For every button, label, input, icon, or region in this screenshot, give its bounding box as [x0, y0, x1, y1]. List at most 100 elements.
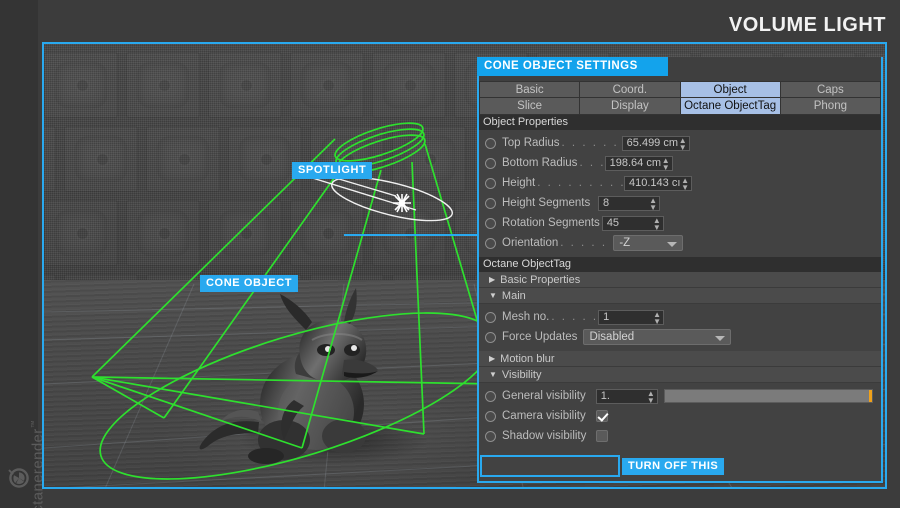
- chevron-down-icon-force-updates: [715, 336, 725, 341]
- input-bottom-radius[interactable]: 198.64 cm ▲▼: [605, 156, 673, 171]
- select-force-updates[interactable]: Disabled: [583, 329, 731, 345]
- label-top-radius: Top Radius: [502, 137, 560, 149]
- slider-knob-general-visibility[interactable]: [869, 390, 872, 402]
- select-orientation[interactable]: -Z: [613, 235, 683, 251]
- row-general-visibility: General visibility 1. ▲▼: [479, 386, 881, 406]
- section-object-properties: Object Properties: [479, 115, 881, 130]
- radio-bottom-radius[interactable]: [485, 158, 496, 169]
- group-label-basic-properties: Basic Properties: [500, 272, 580, 288]
- group-visibility[interactable]: ▼ Visibility: [479, 367, 881, 383]
- value-bottom-radius: 198.64 cm: [610, 157, 661, 169]
- annotation-spotlight: SPOTLIGHT: [292, 162, 372, 179]
- radio-rotation-segments[interactable]: [485, 218, 496, 229]
- tab-octane-objecttag[interactable]: Octane ObjectTag: [681, 98, 781, 115]
- chevron-down-icon-main: ▼: [489, 292, 497, 300]
- leader-orientation: . . . . . .: [558, 237, 613, 249]
- radio-orientation[interactable]: [485, 238, 496, 249]
- chevron-down-icon: [667, 242, 677, 247]
- group-motion-blur[interactable]: ▶ Motion blur: [479, 351, 881, 367]
- object-properties-body: Top Radius . . . . . . . 65.499 cm ▲▼ Bo…: [479, 130, 881, 257]
- cone-object-settings-panel: Cone Object [Cone] Basic Coord. Object C…: [477, 57, 883, 483]
- row-camera-visibility: Camera visibility: [479, 406, 881, 426]
- row-force-updates: Force Updates Disabled: [479, 327, 881, 347]
- checkbox-shadow-visibility[interactable]: [596, 430, 608, 442]
- chevron-right-icon: ▶: [489, 276, 495, 284]
- spinner-height-segments[interactable]: ▲▼: [649, 197, 657, 211]
- label-height-segments: Height Segments: [502, 197, 590, 209]
- chevron-down-icon-visibility: ▼: [489, 371, 497, 379]
- input-rotation-segments[interactable]: 45 ▲▼: [602, 216, 664, 231]
- leader-mesh-no: . . . . .: [549, 311, 598, 323]
- main-body: Mesh no. . . . . . 1 ▲▼ Force Updates Di…: [479, 304, 881, 351]
- tab-row-2: Slice Display Octane ObjectTag Phong: [479, 98, 881, 115]
- label-camera-visibility: Camera visibility: [502, 410, 586, 422]
- value-height: 410.143 cı: [629, 177, 680, 189]
- row-bottom-radius: Bottom Radius . . . 198.64 cm ▲▼: [479, 153, 881, 173]
- input-height-segments[interactable]: 8 ▲▼: [598, 196, 660, 211]
- radio-force-updates[interactable]: [485, 332, 496, 343]
- leader-height: . . . . . . . . . .: [535, 177, 624, 189]
- row-top-radius: Top Radius . . . . . . . 65.499 cm ▲▼: [479, 133, 881, 153]
- input-mesh-no[interactable]: 1 ▲▼: [598, 310, 664, 325]
- radio-height[interactable]: [485, 178, 496, 189]
- tab-display[interactable]: Display: [580, 98, 680, 115]
- tab-row-1: Basic Coord. Object Caps: [479, 81, 881, 98]
- section-octane-objecttag: Octane ObjectTag: [479, 257, 881, 272]
- group-basic-properties[interactable]: ▶ Basic Properties: [479, 272, 881, 288]
- tab-object[interactable]: Object: [681, 81, 781, 98]
- label-rotation-segments: Rotation Segments: [502, 217, 600, 229]
- octane-logo-icon: [7, 466, 31, 490]
- value-orientation: -Z: [619, 237, 630, 249]
- spinner-height[interactable]: ▲▼: [681, 177, 689, 191]
- radio-shadow-visibility[interactable]: [485, 431, 496, 442]
- group-main[interactable]: ▼ Main: [479, 288, 881, 304]
- callout-turn-off-this: TURN OFF THIS: [622, 458, 724, 475]
- tab-phong[interactable]: Phong: [781, 98, 881, 115]
- checkbox-camera-visibility[interactable]: [596, 410, 608, 422]
- row-shadow-visibility: Shadow visibility: [479, 426, 881, 446]
- visibility-body: General visibility 1. ▲▼ Camera visibili…: [479, 383, 881, 450]
- row-rotation-segments: Rotation Segments 45 ▲▼: [479, 213, 881, 233]
- spinner-general-visibility[interactable]: ▲▼: [647, 390, 655, 404]
- radio-mesh-no[interactable]: [485, 312, 496, 323]
- row-orientation: Orientation . . . . . . -Z: [479, 233, 881, 253]
- panel-banner: CONE OBJECT SETTINGS: [477, 57, 668, 76]
- input-height[interactable]: 410.143 cı ▲▼: [624, 176, 692, 191]
- app-root: VOLUME LIGHT octanerender™: [0, 0, 900, 508]
- radio-camera-visibility[interactable]: [485, 411, 496, 422]
- leader-top-radius: . . . . . . .: [560, 137, 622, 149]
- row-height-segments: Height Segments 8 ▲▼: [479, 193, 881, 213]
- label-shadow-visibility: Shadow visibility: [502, 430, 586, 442]
- slider-general-visibility[interactable]: [664, 389, 873, 403]
- spinner-rotation-segments[interactable]: ▲▼: [653, 217, 661, 231]
- label-force-updates: Force Updates: [502, 331, 577, 343]
- group-label-main: Main: [502, 288, 526, 304]
- value-top-radius: 65.499 cm: [627, 137, 678, 149]
- spinner-bottom-radius[interactable]: ▲▼: [662, 157, 670, 171]
- label-bottom-radius: Bottom Radius: [502, 157, 577, 169]
- tab-coord[interactable]: Coord.: [580, 81, 680, 98]
- radio-height-segments[interactable]: [485, 198, 496, 209]
- group-label-motion-blur: Motion blur: [500, 351, 554, 367]
- tab-slice[interactable]: Slice: [479, 98, 580, 115]
- input-top-radius[interactable]: 65.499 cm ▲▼: [622, 136, 690, 151]
- leader-bottom-radius: . . .: [577, 157, 604, 169]
- value-force-updates: Disabled: [589, 331, 634, 343]
- label-height: Height: [502, 177, 535, 189]
- tab-basic[interactable]: Basic: [479, 81, 580, 98]
- radio-general-visibility[interactable]: [485, 391, 496, 402]
- value-mesh-no: 1: [603, 311, 609, 323]
- input-general-visibility[interactable]: 1. ▲▼: [596, 389, 658, 404]
- spinner-mesh-no[interactable]: ▲▼: [653, 311, 661, 325]
- label-mesh-no: Mesh no.: [502, 311, 549, 323]
- radio-top-radius[interactable]: [485, 138, 496, 149]
- group-label-visibility: Visibility: [502, 367, 542, 383]
- spinner-top-radius[interactable]: ▲▼: [679, 137, 687, 151]
- watermark-trademark: ™: [30, 420, 39, 428]
- page-title: VOLUME LIGHT: [729, 14, 886, 37]
- annotation-cone-object: CONE OBJECT: [200, 275, 298, 292]
- tab-caps[interactable]: Caps: [781, 81, 881, 98]
- value-rotation-segments: 45: [607, 217, 619, 229]
- row-height: Height . . . . . . . . . . 410.143 cı ▲▼: [479, 173, 881, 193]
- watermark-bar: octanerender™: [0, 0, 38, 508]
